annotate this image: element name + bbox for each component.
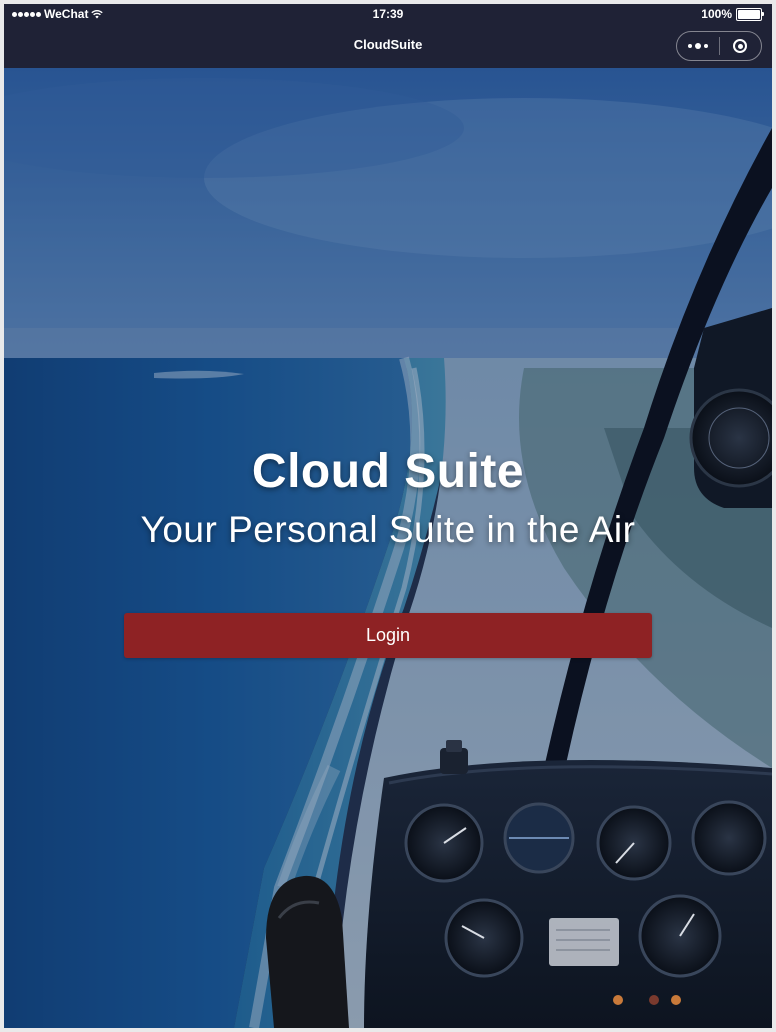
page-title: CloudSuite: [353, 37, 423, 52]
battery-icon: [736, 7, 764, 21]
hero-title: Cloud Suite: [251, 445, 525, 498]
battery-indicator: 100%: [701, 7, 764, 21]
status-bar: WeChat 17:39 100%: [4, 4, 772, 24]
battery-percent: 100%: [701, 7, 732, 21]
mini-program-capsule: [676, 31, 762, 61]
close-target-icon: [733, 39, 748, 53]
more-button[interactable]: [677, 32, 719, 60]
hero-subtitle: Your Personal Suite in the Air: [140, 509, 636, 550]
close-button[interactable]: [720, 32, 762, 60]
status-time: 17:39: [372, 7, 404, 21]
top-bar: WeChat 17:39 100% CloudSuite: [4, 4, 772, 68]
login-button[interactable]: Login: [124, 613, 652, 658]
app-frame: WeChat 17:39 100% CloudSuite Cloud Suite…: [4, 4, 772, 1028]
more-icon: [687, 43, 708, 49]
hero-section: Cloud Suite Your Personal Suite in the A…: [4, 444, 772, 551]
